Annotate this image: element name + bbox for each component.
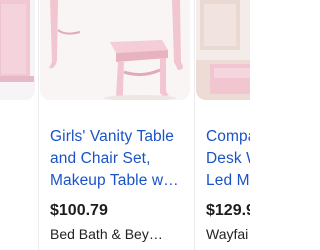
product-title-line-3: Led Mi (206, 172, 250, 189)
product-card-previous[interactable] (0, 0, 35, 250)
product-title-link[interactable]: Compa Desk W Led Mi (206, 126, 250, 192)
card-divider (194, 0, 195, 250)
product-price: $129.9 (206, 202, 250, 219)
product-title-link[interactable]: Girls' Vanity Table and Chair Set, Makeu… (50, 126, 190, 192)
product-image-vanity[interactable] (40, 0, 190, 100)
shopping-results-carousel: Girls' Vanity Table and Chair Set, Makeu… (0, 0, 250, 250)
product-seller: Bed Bath & Bey… (50, 226, 163, 242)
product-seller: Wayfai (206, 226, 249, 242)
pink-vanity-stool-image (40, 0, 190, 100)
product-title-line-1: Girls' Vanity Table (50, 128, 175, 145)
product-title-line-1: Compa (206, 128, 250, 145)
pink-desk-room-image (196, 0, 250, 100)
product-image-previous[interactable] (0, 0, 35, 100)
product-card-desk[interactable]: Compa Desk W Led Mi $129.9 Wayfai (196, 0, 250, 250)
product-title-line-2: Desk W (206, 150, 250, 167)
product-card-vanity[interactable]: Girls' Vanity Table and Chair Set, Makeu… (40, 0, 190, 250)
pink-wardrobe-image (0, 0, 35, 100)
product-title-line-3: Makeup Table w… (50, 172, 179, 189)
product-image-desk[interactable] (196, 0, 250, 100)
product-title-line-2: and Chair Set, (50, 150, 151, 167)
card-divider (38, 0, 39, 250)
product-price: $100.79 (50, 202, 108, 219)
